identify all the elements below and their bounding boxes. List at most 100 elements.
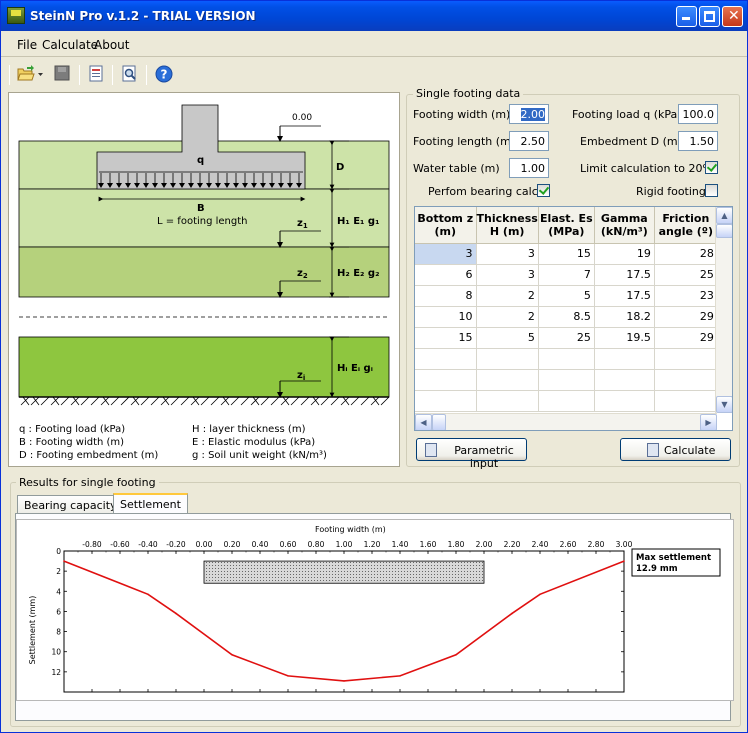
table-cell[interactable]: 18.2 (594, 306, 655, 328)
table-row[interactable]: 8 2 5 17.5 23 (415, 285, 718, 307)
table-cell[interactable]: 3 (476, 264, 539, 286)
preview-icon[interactable] (121, 65, 139, 83)
y-tick-label: 4 (56, 587, 61, 596)
diagram-label-q: q (197, 155, 204, 166)
table-cell[interactable]: 5 (538, 285, 595, 307)
table-cell[interactable]: 23 (654, 285, 718, 307)
table-row[interactable]: 3 3 15 19 28 (415, 243, 718, 265)
table-cell[interactable]: 15 (415, 327, 477, 349)
x-tick-label: 1.60 (420, 540, 437, 549)
footing-length-input[interactable]: 2.50 (509, 131, 549, 151)
grid-vertical-scrollbar[interactable]: ▲ ▼ (715, 207, 732, 413)
table-cell[interactable]: 29 (654, 306, 718, 328)
scroll-left-icon[interactable]: ◀ (415, 414, 432, 430)
table-cell[interactable]: 3 (415, 243, 477, 265)
footing-width-input[interactable]: 2.00 (509, 104, 549, 124)
legend-q: q : Footing load (kPa) (19, 424, 125, 435)
calculate-button[interactable]: Calculate (620, 438, 731, 461)
report-icon[interactable] (88, 65, 106, 83)
x-tick-label: 2.00 (476, 540, 493, 549)
title-bar[interactable]: SteinN Pro v.1.2 - TRIAL VERSION ✕ (1, 1, 747, 31)
x-tick-label: 0.80 (308, 540, 325, 549)
data-point (63, 560, 65, 562)
footing-load-input[interactable]: 100.0 (678, 104, 718, 124)
table-cell[interactable]: 2 (476, 285, 539, 307)
table-cell[interactable]: 6 (415, 264, 477, 286)
col-elastic-modulus[interactable]: Elast. Es (MPa) (538, 207, 595, 244)
table-cell[interactable]: 8 (415, 285, 477, 307)
table-cell[interactable]: 3 (476, 243, 539, 265)
table-cell[interactable]: 15 (538, 243, 595, 265)
x-tick-label: 0.60 (280, 540, 297, 549)
bearing-calc-checkbox[interactable] (537, 184, 550, 197)
table-cell[interactable]: 25 (654, 264, 718, 286)
table-row[interactable] (415, 348, 718, 370)
parametric-icon (425, 443, 437, 457)
table-cell[interactable]: 19 (594, 243, 655, 265)
parametric-input-button[interactable]: Parametric input (416, 438, 527, 470)
x-tick-label: -0.60 (110, 540, 130, 549)
footing-width-label: Footing width (m) (413, 108, 511, 121)
table-cell[interactable]: 5 (476, 327, 539, 349)
table-cell[interactable]: 8.5 (538, 306, 595, 328)
table-row[interactable]: 10 2 8.5 18.2 29 (415, 306, 718, 328)
menu-file[interactable]: File (17, 38, 37, 52)
table-row[interactable] (415, 390, 718, 412)
legend-g: g : Soil unit weight (kN/m³) (192, 450, 327, 461)
help-icon[interactable]: ? (155, 65, 173, 83)
toolbar-separator (112, 65, 113, 85)
col-friction-angle[interactable]: Friction angle (º) (654, 207, 718, 244)
y-tick-label: 6 (56, 607, 61, 616)
scroll-right-icon[interactable]: ▶ (700, 414, 717, 430)
footing-shape (203, 560, 485, 584)
scroll-up-icon[interactable]: ▲ (716, 207, 732, 224)
menu-calculate[interactable]: Calculate (42, 38, 98, 52)
maximize-button[interactable] (699, 6, 720, 27)
col-thickness[interactable]: Thickness H (m) (476, 207, 539, 244)
footing-diagram: q D B L = footing length 0.00 H₁ E₁ g₁ H… (18, 104, 390, 461)
limit-calc-checkbox[interactable] (705, 161, 718, 174)
limit-calc-label: Limit calculation to 20% (580, 162, 713, 175)
diagram-ground-level: 0.00 (292, 113, 312, 123)
menu-about[interactable]: About (94, 38, 129, 52)
col-gamma[interactable]: Gamma (kN/m³) (594, 207, 655, 244)
data-point (399, 675, 401, 677)
data-point (539, 593, 541, 596)
layers-grid[interactable]: Bottom z (m) Thickness H (m) Elast. Es (MPa… (414, 206, 733, 431)
table-cell[interactable]: 28 (654, 243, 718, 265)
y-tick-label: 2 (56, 567, 61, 576)
table-cell[interactable]: 2 (476, 306, 539, 328)
save-icon[interactable] (54, 65, 72, 83)
scroll-thumb[interactable] (716, 224, 732, 238)
table-cell[interactable]: 29 (654, 327, 718, 349)
toolbar: ? (1, 59, 747, 89)
open-icon[interactable] (17, 65, 43, 83)
data-point (343, 680, 345, 682)
table-row[interactable]: 6 3 7 17.5 25 (415, 264, 718, 286)
table-row[interactable] (415, 369, 718, 391)
scroll-down-icon[interactable]: ▼ (716, 396, 732, 413)
rigid-footing-checkbox[interactable] (705, 184, 718, 197)
table-cell[interactable]: 19.5 (594, 327, 655, 349)
table-cell[interactable]: 17.5 (594, 264, 655, 286)
x-tick-label: 0.00 (196, 540, 213, 549)
table-cell[interactable]: 17.5 (594, 285, 655, 307)
diagram-length-note: L = footing length (157, 216, 248, 227)
water-table-input[interactable]: 1.00 (509, 158, 549, 178)
table-cell[interactable]: 10 (415, 306, 477, 328)
tab-bearing-capacity[interactable]: Bearing capacity (17, 495, 124, 515)
legend-D: D : Footing embedment (m) (19, 450, 158, 461)
grid-horizontal-scrollbar[interactable]: ◀ ▶ (415, 413, 717, 430)
scroll-thumb-h[interactable] (432, 414, 446, 430)
table-cell[interactable]: 7 (538, 264, 595, 286)
col-bottom-z[interactable]: Bottom z (m) (415, 207, 477, 244)
embedment-input[interactable]: 1.50 (678, 131, 718, 151)
x-tick-label: 1.20 (364, 540, 381, 549)
tab-settlement[interactable]: Settlement (113, 493, 188, 515)
table-row[interactable]: 15 5 25 19.5 29 (415, 327, 718, 349)
data-point (455, 653, 457, 656)
x-tick-label: 2.60 (560, 540, 577, 549)
table-cell[interactable]: 25 (538, 327, 595, 349)
close-button[interactable]: ✕ (722, 6, 743, 27)
minimize-button[interactable] (676, 6, 697, 27)
